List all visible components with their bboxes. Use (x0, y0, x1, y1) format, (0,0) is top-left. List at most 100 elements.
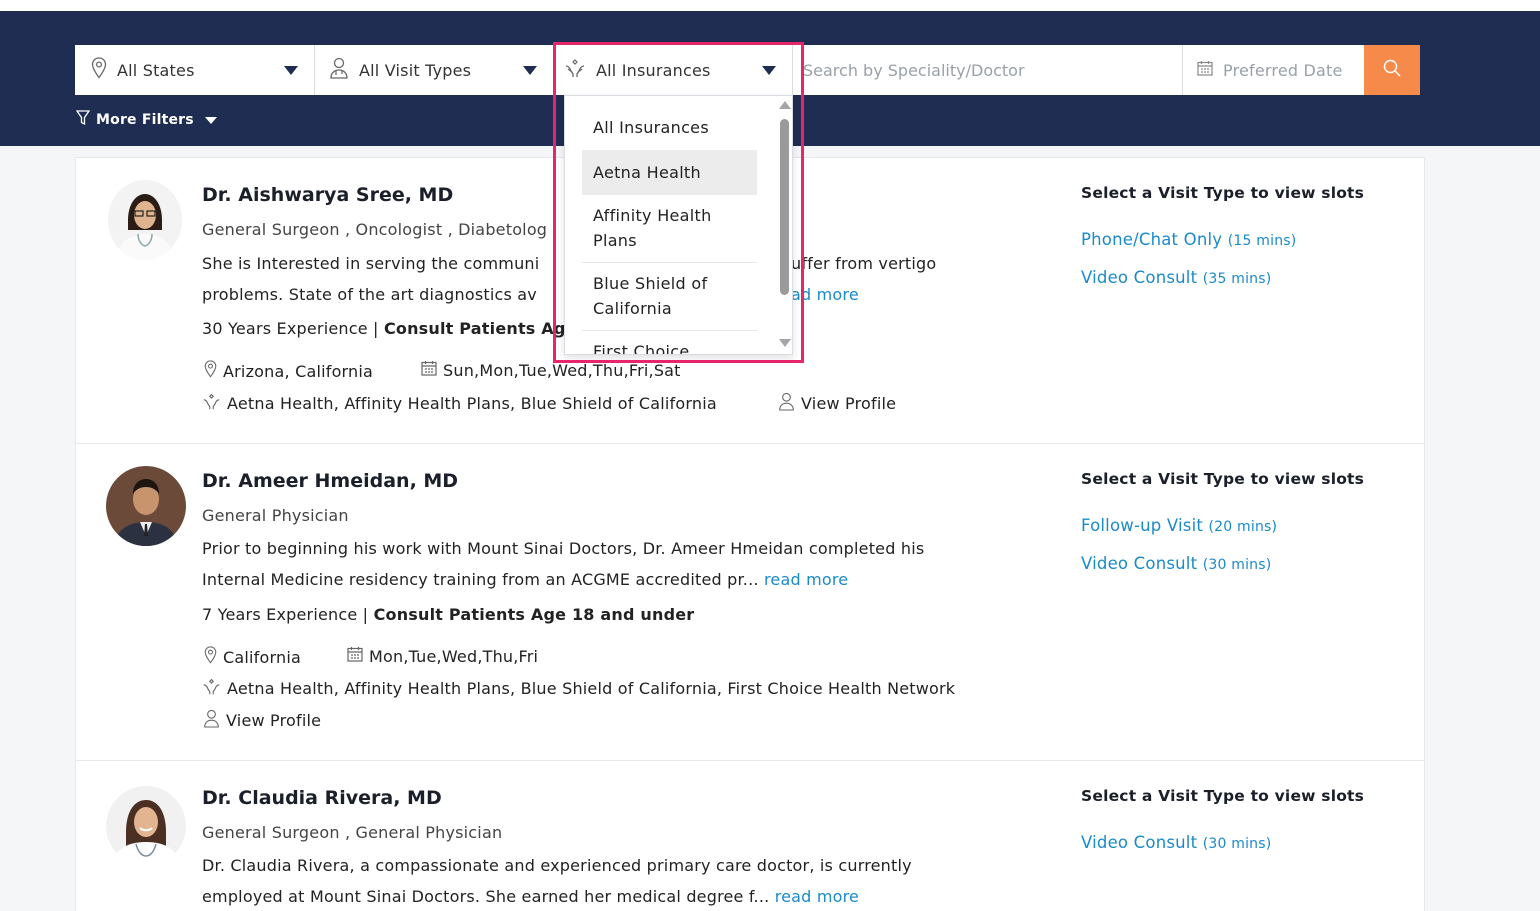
avatar (106, 466, 186, 546)
insurance-option[interactable]: First Choice (582, 339, 757, 354)
preferred-date-label: Preferred Date (1223, 60, 1343, 80)
more-filters-label: More Filters (96, 112, 194, 128)
bio-line: employed at Mount Sinai Doctors. She ear… (202, 887, 770, 906)
insurance-dropdown-list: All Insurances Aetna Health Affinity Hea… (564, 95, 793, 355)
doctor-icon (203, 709, 226, 732)
doctor-bio: Dr. Claudia Rivera, a compassionate and … (202, 850, 1002, 911)
location-text: California (223, 647, 301, 667)
location-pin-icon (204, 646, 223, 668)
doctor-days: Mon,Tue,Wed,Thu,Fri (347, 646, 538, 666)
scroll-up-arrow-icon[interactable] (779, 101, 791, 109)
doctor-name[interactable]: Dr. Claudia Rivera, MD (202, 787, 442, 809)
specialty-search (793, 45, 1183, 95)
view-profile-link[interactable]: View Profile (203, 709, 321, 732)
visit-duration: (20 mins) (1208, 519, 1278, 535)
doctor-location: Arizona, California (204, 360, 373, 382)
read-more-link[interactable]: read more (775, 887, 859, 906)
doctor-days: Sun,Mon,Tue,Wed,Thu,Fri,Sat (421, 360, 681, 380)
insurance-option[interactable]: All Insurances (582, 115, 757, 140)
experience-line: 30 Years Experience | Consult Patients A… (202, 319, 566, 338)
visit-type-link[interactable]: Video Consult (30 mins) (1081, 833, 1271, 852)
scrollbar-thumb[interactable] (780, 119, 789, 295)
states-select[interactable]: All States (75, 45, 315, 95)
bio-line: She is Interested in serving the communi (202, 254, 540, 273)
visit-type-label: Video Consult (1081, 268, 1198, 287)
doctor-insurances: Aetna Health, Affinity Health Plans, Blu… (202, 677, 955, 700)
visit-types-select-label: All Visit Types (359, 60, 472, 80)
avatar (106, 786, 186, 866)
view-profile-label: View Profile (801, 394, 897, 413)
doctor-specialty: General Surgeon , General Physician (202, 823, 503, 842)
doctor-location: California (204, 646, 301, 668)
bio-line: Dr. Claudia Rivera, a compassionate and … (202, 856, 912, 875)
states-select-label: All States (117, 60, 195, 80)
dropdown-scrollbar[interactable] (777, 96, 791, 354)
filter-funnel-icon (75, 110, 91, 130)
read-more-link[interactable]: ad more (791, 279, 859, 310)
insurance-option[interactable]: Blue Shield of California (582, 271, 742, 321)
top-strip (0, 0, 1540, 11)
visit-type-link[interactable]: Video Consult (35 mins) (1081, 268, 1271, 287)
insurances-text: Aetna Health, Affinity Health Plans, Blu… (227, 679, 956, 698)
filter-bar: All States All Visit Types All Insurance… (75, 45, 1422, 95)
insurance-hands-icon (564, 57, 586, 83)
doctor-card: Dr. Claudia Rivera, MD General Surgeon ,… (75, 760, 1425, 911)
chevron-down-icon (523, 66, 537, 75)
calendar-icon (421, 360, 443, 380)
doctor-specialty: General Physician (202, 506, 349, 525)
patient-age-range: Consult Patients Ag (383, 319, 566, 338)
visit-type-label: Phone/Chat Only (1081, 230, 1223, 249)
doctor-name[interactable]: Dr. Aishwarya Sree, MD (202, 184, 453, 206)
visit-type-link[interactable]: Follow-up Visit (20 mins) (1081, 516, 1277, 535)
location-pin-icon (204, 360, 223, 382)
visit-type-label: Follow-up Visit (1081, 516, 1204, 535)
insurances-select[interactable]: All Insurances (554, 45, 793, 95)
scroll-down-arrow-icon[interactable] (779, 339, 791, 347)
specialty-search-input[interactable] (803, 60, 1163, 80)
bio-line: Prior to beginning his work with Mount S… (202, 539, 925, 558)
more-filters-toggle[interactable]: More Filters (75, 110, 217, 130)
days-text: Sun,Mon,Tue,Wed,Thu,Fri,Sat (443, 360, 681, 380)
calendar-icon (347, 646, 369, 666)
visit-type-label: Video Consult (1081, 833, 1198, 852)
doctor-icon (778, 392, 801, 415)
chevron-down-icon (762, 66, 776, 75)
visit-duration: (15 mins) (1227, 233, 1297, 249)
avatar (108, 180, 182, 260)
experience-years: 7 Years Experience | (202, 605, 369, 624)
experience-line: 7 Years Experience | Consult Patients Ag… (202, 605, 694, 624)
calendar-icon (1197, 60, 1213, 80)
insurance-option[interactable]: Affinity Health Plans (582, 203, 752, 253)
visit-duration: (35 mins) (1202, 271, 1272, 287)
days-text: Mon,Tue,Wed,Thu,Fri (369, 646, 539, 666)
insurance-hands-icon (202, 677, 227, 700)
bio-line: Internal Medicine residency training fro… (202, 570, 759, 589)
preferred-date-field[interactable]: Preferred Date (1183, 45, 1364, 95)
chevron-down-icon (284, 66, 298, 75)
search-button[interactable] (1364, 45, 1420, 95)
bio-line-tail: uffer from vertigo (791, 254, 937, 273)
search-icon (1382, 58, 1402, 82)
option-divider (582, 262, 757, 263)
read-more-link[interactable]: read more (764, 570, 848, 589)
chevron-down-icon (204, 116, 217, 124)
experience-years: 30 Years Experience | (202, 319, 379, 338)
doctor-icon (329, 57, 349, 83)
doctor-insurances: Aetna Health, Affinity Health Plans, Blu… (202, 392, 717, 415)
visit-type-link[interactable]: Phone/Chat Only (15 mins) (1081, 230, 1296, 249)
insurance-hands-icon (202, 392, 227, 415)
option-divider (582, 330, 757, 331)
insurance-option[interactable]: Aetna Health (582, 150, 757, 195)
visit-types-select[interactable]: All Visit Types (315, 45, 554, 95)
visit-type-label: Video Consult (1081, 554, 1198, 573)
location-text: Arizona, California (223, 361, 374, 381)
slots-heading: Select a Visit Type to view slots (1081, 470, 1365, 488)
view-profile-link[interactable]: View Profile (778, 392, 896, 415)
doctor-specialty: General Surgeon , Oncologist , Diabetolo… (202, 220, 548, 239)
insurances-text: Aetna Health, Affinity Health Plans, Blu… (227, 394, 717, 413)
visit-type-link[interactable]: Video Consult (30 mins) (1081, 554, 1271, 573)
doctor-name[interactable]: Dr. Ameer Hmeidan, MD (202, 470, 458, 492)
insurances-select-label: All Insurances (596, 60, 711, 80)
patient-age-range: Consult Patients Age 18 and under (373, 605, 695, 624)
visit-duration: (30 mins) (1202, 836, 1272, 852)
